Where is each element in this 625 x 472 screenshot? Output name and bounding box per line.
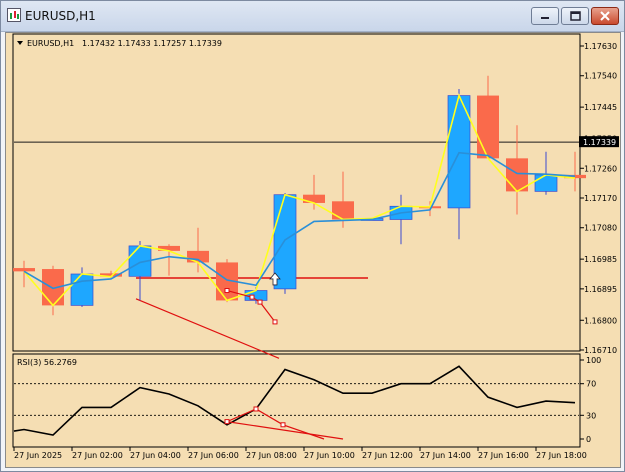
time-axis-label: 27 Jun 16:00 [478, 451, 529, 460]
window-title: EURUSD,H1 [25, 9, 96, 23]
divergence-marker [249, 294, 255, 300]
trend-line [135, 298, 280, 359]
price-axis-label: 1.17540 [584, 72, 617, 81]
candle-body [332, 201, 354, 220]
candle-body [70, 273, 94, 306]
rsi-axis-label: 100 [586, 356, 601, 365]
price-axis-label: 1.17170 [584, 194, 617, 203]
chart-area[interactable]: EURUSD,H1 1.17432 1.17433 1.17257 1.1733… [5, 32, 621, 468]
minimize-icon [541, 17, 549, 19]
time-axis-label: 27 Jun 04:00 [130, 451, 181, 460]
moving-average-line [23, 151, 576, 290]
chart-window: EURUSD,H1 EURUSD,H1 1.17432 1.17433 1.17… [0, 0, 625, 472]
rsi-divergence-marker [280, 422, 286, 428]
time-axis-label: 27 Jun 02:00 [72, 451, 123, 460]
rsi-divergence-marker [224, 419, 230, 425]
rsi-axis-label: 70 [586, 380, 596, 389]
main-pane-frame [12, 33, 581, 352]
divergence-marker [257, 299, 263, 305]
time-axis-label: 27 Jun 12:00 [362, 451, 413, 460]
price-axis-label: 1.17080 [584, 224, 617, 233]
candle-body [477, 95, 499, 159]
divergence-marker [224, 288, 230, 294]
header-symbol: EURUSD,H1 [27, 39, 74, 48]
price-axis-label: 1.16895 [584, 285, 617, 294]
rsi-label: RSI(3) 56.2769 [17, 358, 77, 367]
close-button[interactable] [591, 7, 619, 25]
restore-icon [570, 11, 581, 21]
candle-body [303, 194, 325, 203]
candle-body [187, 250, 209, 263]
time-axis-label: 27 Jun 14:00 [420, 451, 471, 460]
price-axis-label: 1.16710 [584, 346, 617, 355]
collapse-triangle-icon[interactable] [17, 41, 23, 45]
candle-body [273, 194, 297, 290]
price-axis-label: 1.17260 [584, 164, 617, 173]
price-axis-label: 1.16985 [584, 255, 617, 264]
price-chart[interactable]: EURUSD,H1 1.17432 1.17433 1.17257 1.1733… [6, 33, 620, 467]
maximize-button[interactable] [561, 7, 589, 25]
current-price-label: 1.17339 [583, 138, 616, 147]
rsi-pane-frame [12, 353, 581, 448]
rsi-divergence-marker [253, 406, 259, 412]
title-bar[interactable]: EURUSD,H1 [1, 1, 624, 32]
time-axis-label: 27 Jun 06:00 [188, 451, 239, 460]
chart-app-icon [7, 8, 21, 22]
time-axis-label: 27 Jun 2025 [14, 451, 62, 460]
time-axis-label: 27 Jun 10:00 [304, 451, 355, 460]
close-icon [600, 11, 610, 21]
candle-body [534, 174, 558, 192]
rsi-axis-label: 30 [586, 411, 596, 420]
candle-body [13, 268, 35, 272]
rsi-line [13, 365, 576, 436]
minimize-button[interactable] [531, 7, 559, 25]
price-axis-label: 1.17630 [584, 42, 617, 51]
header-ohlc: 1.17432 1.17433 1.17257 1.17339 [82, 39, 222, 48]
time-axis-label: 27 Jun 08:00 [246, 451, 297, 460]
time-axis-label: 27 Jun 18:00 [536, 451, 587, 460]
rsi-axis-label: 0 [586, 435, 591, 444]
price-axis-label: 1.16800 [584, 316, 617, 325]
divergence-marker [272, 319, 278, 325]
price-axis-label: 1.17445 [584, 103, 617, 112]
